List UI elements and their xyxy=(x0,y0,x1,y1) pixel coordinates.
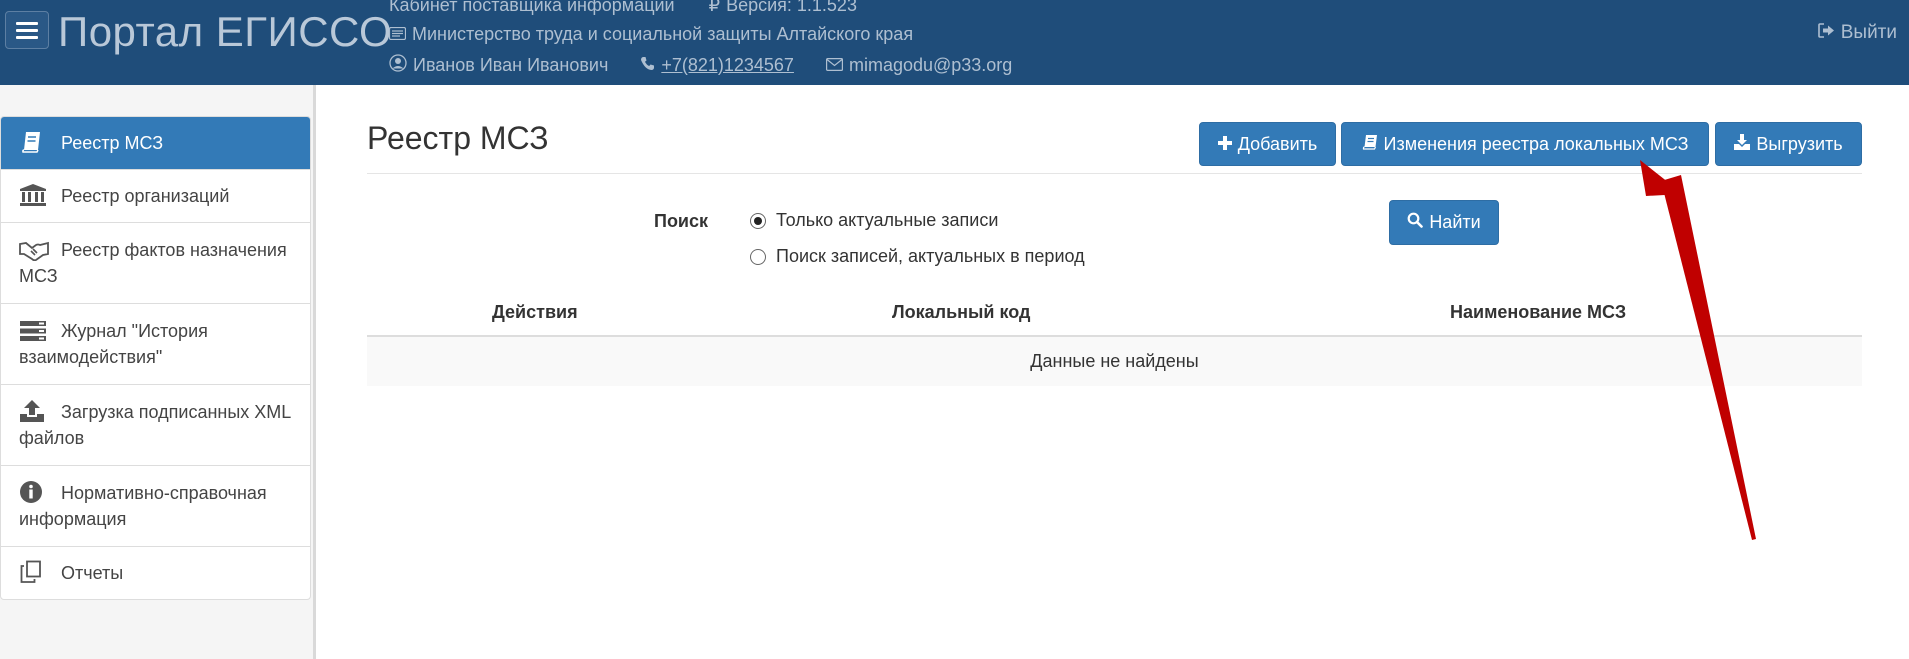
radio-current-records[interactable]: Только актуальные записи xyxy=(750,210,998,231)
sidebar-item-label: Журнал "История взаимодействия" xyxy=(19,321,208,367)
sidebar-item-organizations[interactable]: Реестр организаций xyxy=(1,169,310,222)
email-block: mimagodu@p33.org xyxy=(825,55,1013,76)
phone-block: +7(821)1234567 xyxy=(640,55,794,76)
institution-icon xyxy=(19,183,47,207)
sidebar-item-label: Реестр организаций xyxy=(61,186,230,206)
header-line-ministry: Министерство труда и социальной защиты А… xyxy=(388,24,914,45)
copy-icon xyxy=(19,560,47,584)
radio-current-records-label: Только актуальные записи xyxy=(776,210,999,230)
search-label: Поиск xyxy=(654,211,709,231)
id-card-icon xyxy=(388,24,407,45)
envelope-icon xyxy=(825,55,843,76)
email-label: mimagodu@p33.org xyxy=(848,55,1013,75)
sidebar-item-assignment-facts[interactable]: Реестр фактов назначения МСЗ xyxy=(1,222,310,303)
radio-period-records[interactable]: Поиск записей, актуальных в период xyxy=(750,246,1085,267)
column-header-local-code[interactable]: Локальный код xyxy=(892,302,1030,323)
logout-link[interactable]: Выйти xyxy=(1817,22,1897,44)
find-button-label: Найти xyxy=(1429,212,1481,232)
sidebar-item-xml-upload[interactable]: Загрузка подписанных XML файлов xyxy=(1,384,310,465)
sidebar-item-label: Нормативно-справочная информация xyxy=(19,483,267,529)
sidebar-item-label: Реестр МСЗ xyxy=(61,133,164,153)
info-icon xyxy=(19,480,47,504)
cabinet-label: Кабинет поставщика информации xyxy=(389,0,675,15)
export-button-label: Выгрузить xyxy=(1756,133,1843,154)
radio-button-checked[interactable] xyxy=(750,212,766,229)
version-label: Версия: 1.1.523 xyxy=(726,0,857,15)
book-icon xyxy=(1362,134,1378,155)
sidebar-item-label: Реестр фактов назначения МСЗ xyxy=(19,240,287,286)
sidebar-item-label: Загрузка подписанных XML файлов xyxy=(19,402,291,448)
radio-button-unchecked[interactable] xyxy=(750,248,766,265)
find-button[interactable]: Найти xyxy=(1389,200,1499,245)
phone-icon xyxy=(640,55,655,76)
brand-title[interactable]: Портал ЕГИССО xyxy=(58,8,392,56)
page-title: Реестр МСЗ xyxy=(367,120,549,156)
server-icon xyxy=(19,320,47,344)
local-msz-changes-label: Изменения реестра локальных МСЗ xyxy=(1383,133,1689,154)
header-line-cabinet: Кабинет поставщика информации ₽ Версия: 1… xyxy=(389,0,857,16)
column-header-msz-name[interactable]: Наименование МСЗ xyxy=(1450,302,1626,323)
logout-label: Выйти xyxy=(1840,22,1897,43)
sidebar-item-interaction-history[interactable]: Журнал "История взаимодействия" xyxy=(1,303,310,384)
book-icon xyxy=(19,130,47,154)
add-button[interactable]: Добавить xyxy=(1199,122,1336,166)
sidebar-item-msz-registry[interactable]: Реестр МСЗ xyxy=(1,117,310,169)
top-header: Портал ЕГИССО Кабинет поставщика информа… xyxy=(0,0,1909,85)
user-circle-icon xyxy=(389,54,407,77)
hamburger-icon-bar xyxy=(16,21,38,25)
version-info: ₽ Версия: 1.1.523 xyxy=(709,0,857,16)
sidebar-item-label: Отчеты xyxy=(61,563,124,583)
hamburger-icon-bar xyxy=(16,28,38,32)
phone-link[interactable]: +7(821)1234567 xyxy=(661,55,794,76)
plus-icon xyxy=(1217,134,1232,155)
hamburger-icon-bar xyxy=(16,35,38,39)
title-divider xyxy=(367,173,1862,174)
search-icon xyxy=(1407,212,1424,233)
column-header-actions[interactable]: Действия xyxy=(492,302,578,323)
sign-out-icon xyxy=(1817,22,1835,44)
export-button[interactable]: Выгрузить xyxy=(1715,122,1862,166)
table-empty-row: Данные не найдены xyxy=(367,337,1862,386)
sidebar-item-reference-info[interactable]: Нормативно-справочная информация xyxy=(1,465,310,546)
menu-toggle-button[interactable] xyxy=(5,11,49,49)
ruble-icon: ₽ xyxy=(708,0,721,15)
radio-period-records-label: Поиск записей, актуальных в период xyxy=(776,246,1085,266)
local-msz-changes-button[interactable]: Изменения реестра локальных МСЗ xyxy=(1341,122,1709,166)
ministry-label: Министерство труда и социальной защиты А… xyxy=(412,24,914,44)
sidebar: Реестр МСЗ Реестр организаций Реестр фак… xyxy=(0,85,316,659)
sidebar-item-reports[interactable]: Отчеты xyxy=(1,546,310,599)
upload-icon xyxy=(19,399,47,423)
header-line-user: Иванов Иван Иванович +7(821)1234567 mima… xyxy=(389,54,1012,77)
handshake-icon xyxy=(19,239,49,263)
user-name: Иванов Иван Иванович xyxy=(413,55,609,75)
add-button-label: Добавить xyxy=(1237,133,1318,154)
download-icon xyxy=(1734,133,1751,155)
sidebar-menu: Реестр МСЗ Реестр организаций Реестр фак… xyxy=(0,116,311,600)
